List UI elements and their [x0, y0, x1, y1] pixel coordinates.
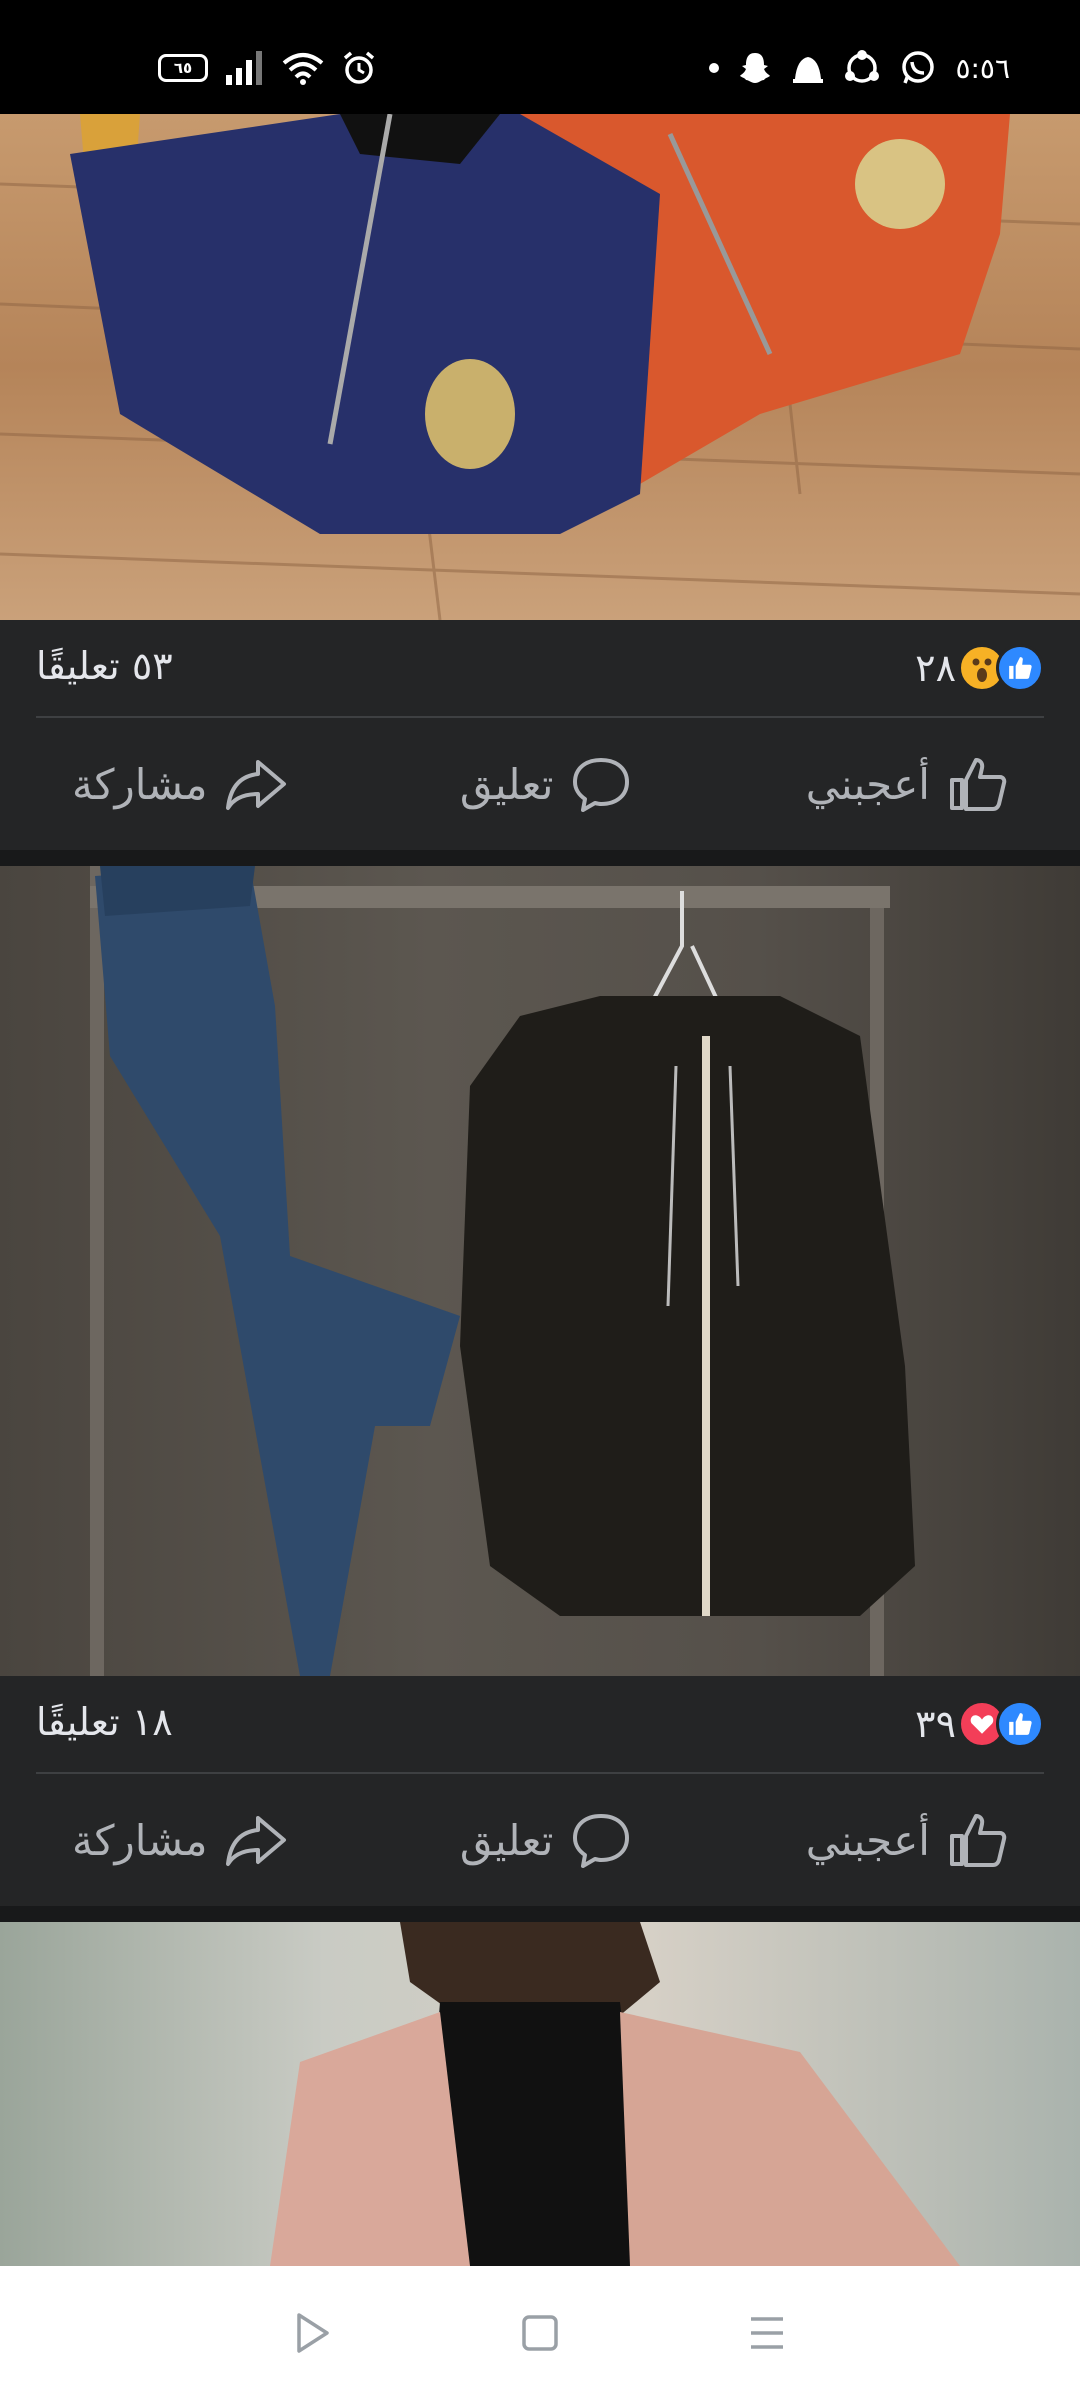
- like-button[interactable]: أعجبني: [806, 1808, 1010, 1872]
- signal-icon: [226, 51, 262, 85]
- menu-lines-icon: [750, 2317, 783, 2349]
- system-nav-bar: [0, 2266, 1080, 2400]
- comment-label: تعليق: [459, 1815, 554, 1865]
- battery-level: ٦٥: [173, 59, 193, 77]
- whatsapp-icon: [902, 51, 935, 84]
- share-label: مشاركة: [72, 1815, 208, 1865]
- post-stats: ٣٩ ١٨ تعليقًا: [36, 1676, 1044, 1772]
- status-bar: ٦٥ ٥:٥٦: [0, 0, 1080, 114]
- reactions-summary[interactable]: ٣٩: [915, 1700, 1044, 1748]
- jeans-jacket-image: [90, 866, 915, 1676]
- share-button[interactable]: مشاركة: [72, 1808, 288, 1872]
- wifi-icon: [282, 53, 324, 85]
- share-icon: [225, 760, 286, 810]
- comment-button[interactable]: تعليق: [460, 752, 634, 816]
- share-icon: [225, 1816, 286, 1866]
- like-button[interactable]: أعجبني: [806, 752, 1010, 816]
- man-jacket-image: [270, 1922, 960, 2266]
- sync-icon: [845, 50, 880, 83]
- like-label: أعجبني: [805, 1815, 930, 1865]
- alarm-icon: [343, 51, 375, 84]
- post-actions: أعجبني تعليق مشاركة: [0, 1774, 1080, 1906]
- clock-time: ٥:٥٦: [955, 51, 1010, 85]
- back-button[interactable]: [283, 2303, 343, 2363]
- status-icons-right: ٥:٥٦: [709, 48, 1010, 88]
- comment-icon: [573, 758, 630, 812]
- home-square-icon: [522, 2315, 558, 2351]
- post-photo-jackets[interactable]: [0, 114, 1080, 620]
- home-button[interactable]: [510, 2303, 570, 2363]
- battery-icon: ٦٥: [158, 54, 208, 82]
- snapchat-icon: [740, 53, 771, 83]
- back-triangle-icon: [297, 2313, 330, 2353]
- reaction-count: ٣٩: [915, 1702, 956, 1746]
- like-reaction-icon: [996, 644, 1044, 692]
- comment-label: تعليق: [459, 759, 554, 809]
- notification-dot-icon: [709, 63, 720, 73]
- post-footer: ٣٩ ١٨ تعليقًا أعجبني تعليق مشاركة: [0, 1676, 1080, 1906]
- jackets-image: [0, 114, 1080, 620]
- recents-button[interactable]: [737, 2303, 797, 2363]
- post-photo-man-jacket[interactable]: [0, 1922, 1080, 2266]
- like-label: أعجبني: [805, 759, 930, 809]
- reaction-icons: [958, 1700, 1044, 1748]
- post-footer: ٢٨ ٥٣ تعليقًا أعجبني تعليق مشاركة: [0, 620, 1080, 850]
- thumbs-up-icon: [949, 758, 1007, 811]
- share-label: مشاركة: [72, 759, 208, 809]
- reaction-icons: [958, 644, 1044, 692]
- app-notification-icon: [793, 57, 824, 83]
- comment-icon: [573, 1814, 630, 1868]
- share-button[interactable]: مشاركة: [72, 752, 288, 816]
- reaction-count: ٢٨: [915, 646, 956, 690]
- comment-button[interactable]: تعليق: [460, 1808, 634, 1872]
- status-icons-left: ٦٥: [158, 48, 376, 88]
- post-stats: ٢٨ ٥٣ تعليقًا: [36, 620, 1044, 716]
- like-reaction-icon: [996, 1700, 1044, 1748]
- reactions-summary[interactable]: ٢٨: [915, 644, 1044, 692]
- comments-count[interactable]: ١٨ تعليقًا: [36, 1700, 173, 1744]
- post-photo-jeans-jacket[interactable]: [0, 866, 1080, 1676]
- post-actions: أعجبني تعليق مشاركة: [0, 718, 1080, 850]
- comments-count[interactable]: ٥٣ تعليقًا: [36, 644, 173, 688]
- thumbs-up-icon: [949, 1814, 1007, 1867]
